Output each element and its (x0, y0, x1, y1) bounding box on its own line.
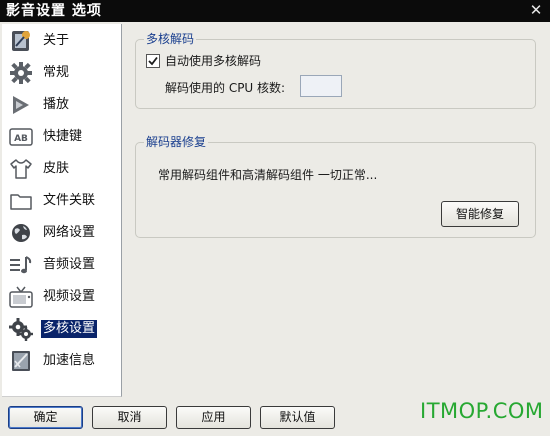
default-button[interactable]: 默认值 (260, 406, 335, 429)
cpu-cores-input[interactable] (300, 75, 342, 97)
checkmark-icon (148, 56, 158, 66)
auto-multicore-label: 自动使用多核解码 (165, 54, 262, 68)
group-title: 多核解码 (144, 31, 197, 47)
globe-icon (12, 224, 30, 242)
sidebar-item-multicore[interactable]: 多核设置 (6, 315, 118, 343)
sidebar-item-label: 视频设置 (43, 289, 96, 304)
sidebar-item-skin[interactable]: 皮肤 (6, 155, 118, 183)
auto-multicore-checkbox[interactable] (146, 54, 160, 68)
cancel-button[interactable]: 取消 (92, 406, 167, 429)
sidebar-item-label: 加速信息 (43, 353, 96, 368)
title-bar: 影音设置 选项 ✕ (0, 0, 550, 22)
sidebar-item-label: 关于 (43, 33, 70, 48)
multicore-icon (9, 318, 33, 341)
sidebar-item-label: 播放 (43, 97, 70, 112)
folder-icon (10, 194, 32, 210)
sidebar-item-about[interactable]: 关于 (6, 27, 118, 55)
sidebar-item-label: 网络设置 (43, 225, 96, 240)
multicore-decoding-group: 多核解码 自动使用多核解码 解码使用的 CPU 核数: (135, 31, 536, 109)
sidebar-item-audio[interactable]: 音频设置 (6, 251, 118, 279)
apply-button[interactable]: 应用 (176, 406, 251, 429)
sidebar-item-video[interactable]: 视频设置 (6, 283, 118, 311)
sidebar-item-general[interactable]: 常规 (6, 59, 118, 87)
sidebar-item-file-association[interactable]: 文件关联 (6, 187, 118, 215)
sidebar: 关于 常规 播放 AB 快捷键 皮肤 文件关联 网络设置 音频设置 视频设置 多… (2, 24, 122, 397)
sidebar-item-label: 文件关联 (43, 193, 96, 208)
decoder-repair-group: 解码器修复 常用解码组件和高清解码组件 一切正常... 智能修复 (135, 134, 536, 238)
settings-panel: 多核解码 自动使用多核解码 解码使用的 CPU 核数: 解码器修复 常用解码组件… (124, 24, 548, 397)
smart-repair-button[interactable]: 智能修复 (441, 201, 519, 227)
svg-text:AB: AB (14, 134, 28, 144)
ok-button[interactable]: 确定 (8, 406, 83, 429)
about-icon (12, 31, 30, 51)
sidebar-item-acceleration[interactable]: 加速信息 (6, 347, 118, 375)
audio-icon (10, 256, 32, 274)
sidebar-item-label: 音频设置 (43, 257, 96, 272)
sidebar-item-label: 常规 (43, 65, 70, 80)
sidebar-item-label: 皮肤 (43, 161, 70, 176)
footer-bar: 确定 取消 应用 默认值 ITMOP.COM (0, 399, 550, 436)
cpu-cores-label: 解码使用的 CPU 核数: (165, 81, 286, 95)
keyboard-icon: AB (9, 128, 33, 146)
sidebar-item-label: 多核设置 (41, 320, 98, 338)
play-icon (13, 96, 29, 114)
sidebar-item-hotkeys[interactable]: AB 快捷键 (6, 123, 118, 151)
sidebar-item-label: 快捷键 (43, 129, 83, 144)
window-title: 影音设置 选项 (6, 3, 102, 19)
close-icon[interactable]: ✕ (528, 1, 544, 19)
gear-icon (10, 62, 32, 84)
tshirt-icon (10, 159, 32, 179)
decoder-status-text: 常用解码组件和高清解码组件 一切正常... (158, 168, 378, 182)
sidebar-item-playback[interactable]: 播放 (6, 91, 118, 119)
sidebar-item-network[interactable]: 网络设置 (6, 219, 118, 247)
group-title: 解码器修复 (144, 134, 209, 150)
watermark: ITMOP.COM (420, 399, 544, 423)
tv-icon (9, 286, 33, 308)
accelerate-icon (12, 351, 30, 371)
